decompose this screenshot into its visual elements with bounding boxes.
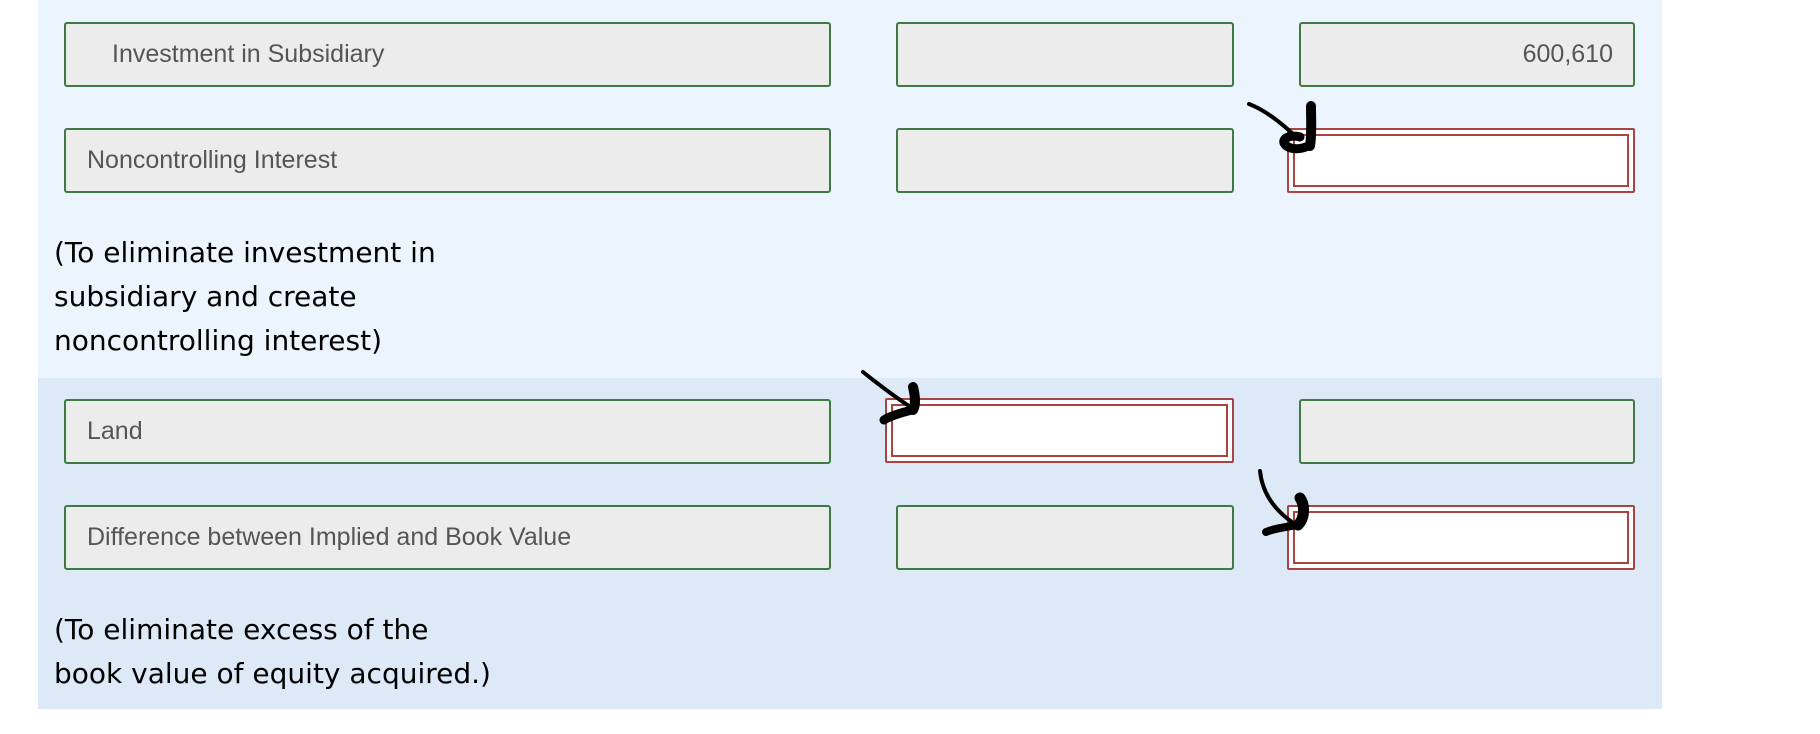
entry-2-explanation: (To eliminate excess of the book value o… bbox=[54, 608, 491, 696]
debit-field-investment-in-subsidiary[interactable] bbox=[896, 22, 1234, 87]
account-field-difference-between-implied-and-book-value[interactable]: Difference between Implied and Book Valu… bbox=[64, 505, 831, 570]
explanation-line: subsidiary and create bbox=[54, 280, 357, 313]
explanation-line: (To eliminate investment in bbox=[54, 236, 436, 269]
credit-input-noncontrolling-interest[interactable] bbox=[1293, 134, 1629, 187]
explanation-line: (To eliminate excess of the bbox=[54, 613, 429, 646]
debit-field-difference-between-implied-and-book-value[interactable] bbox=[896, 505, 1234, 570]
credit-field-difference-error bbox=[1287, 505, 1635, 570]
account-field-land[interactable]: Land bbox=[64, 399, 831, 464]
explanation-line: noncontrolling interest) bbox=[54, 324, 383, 357]
credit-field-noncontrolling-interest-error bbox=[1287, 128, 1635, 193]
credit-input-difference-between-implied-and-book-value[interactable] bbox=[1293, 511, 1629, 564]
entry-1-explanation: (To eliminate investment in subsidiary a… bbox=[54, 231, 436, 363]
account-field-noncontrolling-interest[interactable]: Noncontrolling Interest bbox=[64, 128, 831, 193]
account-field-investment-in-subsidiary[interactable]: Investment in Subsidiary bbox=[64, 22, 831, 87]
debit-field-land-error bbox=[885, 398, 1234, 463]
debit-field-noncontrolling-interest[interactable] bbox=[896, 128, 1234, 193]
debit-input-land[interactable] bbox=[891, 404, 1228, 457]
credit-field-investment-in-subsidiary[interactable]: 600,610 bbox=[1299, 22, 1635, 87]
credit-field-land[interactable] bbox=[1299, 399, 1635, 464]
explanation-line: book value of equity acquired.) bbox=[54, 657, 491, 690]
